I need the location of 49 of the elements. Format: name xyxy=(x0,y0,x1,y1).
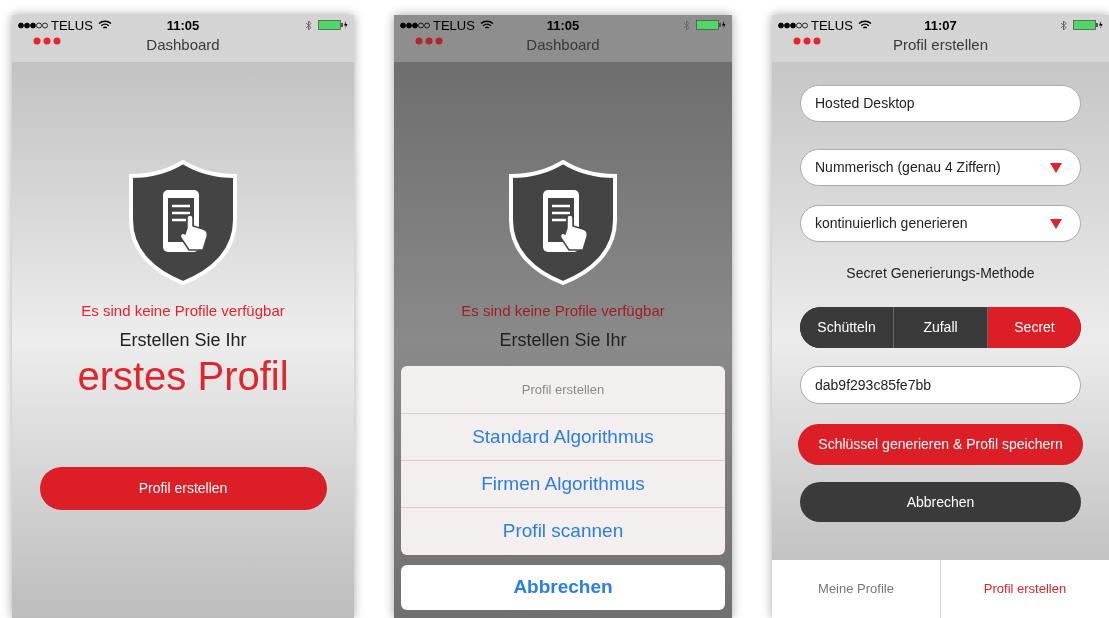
signal-dots-icon xyxy=(400,21,430,29)
carrier-label: TELUS xyxy=(51,18,93,32)
action-sheet-option[interactable]: Standard Algorithmus xyxy=(401,414,725,461)
section-label: Secret Generierungs-Methode xyxy=(845,264,1036,282)
screen-title: Profil erstellen xyxy=(892,37,988,52)
menu-dots-icon[interactable] xyxy=(33,37,61,45)
dropdown-caret-icon xyxy=(1050,218,1062,229)
dropdown-field[interactable]: Nummerisch (genau 4 Ziffern) xyxy=(800,149,1081,186)
secret-input[interactable]: dab9f293c85fe7bb xyxy=(800,366,1081,404)
dropdown-caret-icon xyxy=(1050,162,1062,173)
dropdown-field[interactable]: kontinuierlich generieren xyxy=(800,205,1081,242)
carrier-label: TELUS xyxy=(433,18,475,32)
bluetooth-icon xyxy=(305,19,312,31)
wifi-icon xyxy=(97,20,112,30)
empty-message: Es sind keine Profile verfügbar xyxy=(81,301,285,321)
battery-icon xyxy=(318,20,348,30)
tab-bar-item[interactable]: Meine Profile xyxy=(772,560,940,618)
prompt-text: Erstellen Sie Ihr xyxy=(119,329,247,351)
wifi-icon xyxy=(857,20,872,30)
shield-phone-icon xyxy=(127,160,239,285)
status-time: 11:05 xyxy=(166,18,200,32)
screen-title: Dashboard xyxy=(146,37,220,52)
signal-dots-icon xyxy=(778,21,808,29)
action-sheet-option[interactable]: Firmen Algorithmus xyxy=(401,461,725,508)
headline-text: erstes Profil xyxy=(77,353,289,399)
bluetooth-icon xyxy=(1060,19,1067,31)
menu-dots-icon[interactable] xyxy=(793,37,821,45)
create-profile-button[interactable]: Profil erstellen xyxy=(39,467,327,510)
tab-bar-item[interactable]: Profil erstellen xyxy=(940,560,1109,618)
bluetooth-icon xyxy=(683,19,690,31)
status-time: 11:07 xyxy=(924,18,957,32)
battery-icon xyxy=(696,20,726,30)
wifi-icon xyxy=(479,20,494,30)
battery-icon xyxy=(1073,20,1103,30)
segment-tab[interactable]: Secret xyxy=(987,307,1081,348)
signal-dots-icon xyxy=(18,21,48,29)
status-time: 11:05 xyxy=(546,18,580,32)
prompt-text: Erstellen Sie Ihr xyxy=(499,329,627,351)
shield-phone-icon xyxy=(507,160,619,285)
action-sheet-title: Profil erstellen xyxy=(401,366,725,414)
text-field[interactable]: Hosted Desktop xyxy=(800,85,1081,122)
cancel-button[interactable]: Abbrechen xyxy=(800,482,1081,522)
empty-message: Es sind keine Profile verfügbar xyxy=(461,301,665,321)
carrier-label: TELUS xyxy=(811,18,853,32)
save-profile-button[interactable]: Schlüssel generieren & Profil speichern xyxy=(798,424,1083,465)
menu-dots-icon[interactable] xyxy=(415,37,443,45)
screen-title: Dashboard xyxy=(526,37,600,52)
cancel-button[interactable]: Abbrechen xyxy=(401,565,725,610)
action-sheet-option[interactable]: Profil scannen xyxy=(401,508,725,555)
